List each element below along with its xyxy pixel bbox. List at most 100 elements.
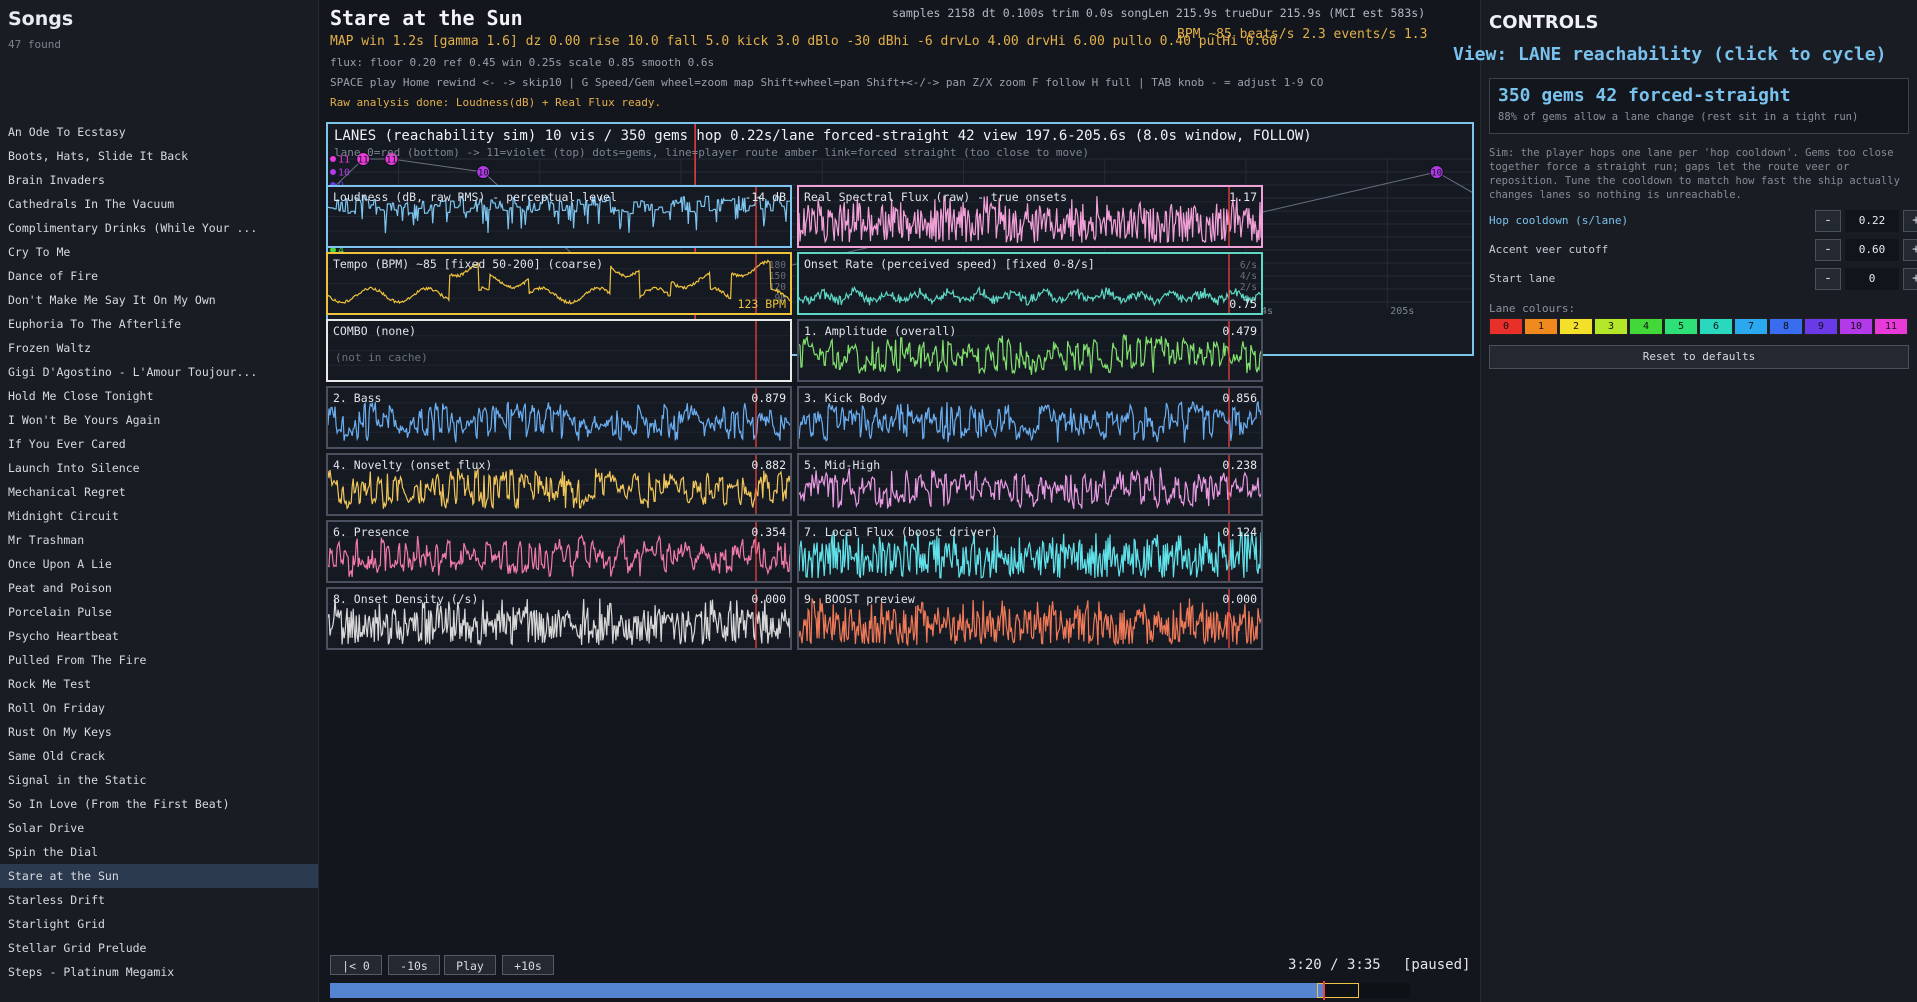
panel-title: Real Spectral Flux (raw) - true onsets	[804, 190, 1068, 204]
song-item[interactable]: Midnight Circuit	[0, 504, 318, 528]
panel-flux[interactable]: Real Spectral Flux (raw) - true onsets 1.…	[797, 185, 1263, 248]
panel-value: 0.879	[751, 391, 786, 405]
song-item[interactable]: Stare at the Sun	[0, 864, 318, 888]
control-value[interactable]: 0.22	[1845, 210, 1899, 232]
song-item[interactable]: If You Ever Cared	[0, 432, 318, 456]
song-item[interactable]: Launch Into Silence	[0, 456, 318, 480]
lane-colour-swatch[interactable]: 5	[1664, 318, 1698, 335]
main-area: Stare at the Sun samples 2158 dt 0.100s …	[320, 0, 1477, 1002]
lane-colour-swatch[interactable]: 9	[1804, 318, 1838, 335]
gem-label: 10	[478, 169, 489, 179]
song-item[interactable]: Roll On Friday	[0, 696, 318, 720]
seek-progress	[330, 983, 1324, 998]
lane-colour-swatch[interactable]: 0	[1489, 318, 1523, 335]
gems-summary: 350 gems 42 forced-straight 88% of gems …	[1489, 78, 1909, 134]
reset-defaults-button[interactable]: Reset to defaults	[1489, 345, 1909, 369]
lane-colour-swatch[interactable]: 6	[1699, 318, 1733, 335]
panel-title: 1. Amplitude (overall)	[804, 324, 957, 338]
song-item[interactable]: An Ode To Ecstasy	[0, 120, 318, 144]
forward-10s-button[interactable]: +10s	[502, 955, 554, 975]
lane-colour-swatch[interactable]: 11	[1874, 318, 1908, 335]
song-item[interactable]: Complimentary Drinks (While Your ...	[0, 216, 318, 240]
song-item[interactable]: Once Upon A Lie	[0, 552, 318, 576]
decrement-button[interactable]: -	[1815, 239, 1841, 261]
song-item[interactable]: Euphoria To The Afterlife	[0, 312, 318, 336]
panel-loudness[interactable]: Loudness (dB, raw RMS) - perceptual leve…	[326, 185, 792, 248]
song-item[interactable]: Cathedrals In The Vacuum	[0, 192, 318, 216]
time-tick-label: 205s	[1390, 306, 1414, 317]
song-item[interactable]: Steps - Platinum Megamix	[0, 960, 318, 984]
lane-colour-swatch[interactable]: 7	[1734, 318, 1768, 335]
song-item[interactable]: Same Old Crack	[0, 744, 318, 768]
song-item[interactable]: Brain Invaders	[0, 168, 318, 192]
panel-bass[interactable]: 2. Bass 0.879	[326, 386, 792, 449]
song-item[interactable]: Peat and Poison	[0, 576, 318, 600]
panel-title: Loudness (dB, raw RMS) - perceptual leve…	[333, 190, 617, 204]
song-item[interactable]: Stellar Grid Prelude	[0, 936, 318, 960]
song-item[interactable]: Psycho Heartbeat	[0, 624, 318, 648]
song-item[interactable]: Mechanical Regret	[0, 480, 318, 504]
lane-colour-swatch[interactable]: 3	[1594, 318, 1628, 335]
control-value[interactable]: 0.60	[1845, 239, 1899, 261]
increment-button[interactable]: +	[1903, 268, 1917, 290]
panel-density[interactable]: 8. Onset Density (/s) 0.000	[326, 587, 792, 650]
panel-midhigh[interactable]: 5. Mid-High 0.238	[797, 453, 1263, 516]
song-item[interactable]: Frozen Waltz	[0, 336, 318, 360]
song-item[interactable]: Spin the Dial	[0, 840, 318, 864]
decrement-button[interactable]: -	[1815, 210, 1841, 232]
panel-value: 0.000	[751, 592, 786, 606]
song-item[interactable]: Signal in the Static	[0, 768, 318, 792]
panel-kick[interactable]: 3. Kick Body 0.856	[797, 386, 1263, 449]
lane-colour-swatch[interactable]: 1	[1524, 318, 1558, 335]
panel-title: 4. Novelty (onset flux)	[333, 458, 493, 472]
decrement-button[interactable]: -	[1815, 268, 1841, 290]
panel-onset[interactable]: 6/s 4/s 2/s Onset Rate (perceived speed) [f…	[797, 252, 1263, 315]
panel-axis-tick: 6/s	[1240, 260, 1257, 271]
panel-value: 0.000	[1222, 592, 1257, 606]
song-item[interactable]: Starlight Grid	[0, 912, 318, 936]
increment-button[interactable]: +	[1903, 210, 1917, 232]
panel-novelty[interactable]: 4. Novelty (onset flux) 0.882	[326, 453, 792, 516]
lane-colour-swatches: 0 1 2 3 4 5 6 7 8 9 10 11	[1489, 318, 1909, 335]
panel-title: 2. Bass	[333, 391, 382, 405]
song-item[interactable]: I Won't Be Yours Again	[0, 408, 318, 432]
song-item[interactable]: Mr Trashman	[0, 528, 318, 552]
panel-boost[interactable]: 9. BOOST preview 0.000	[797, 587, 1263, 650]
panel-tempo[interactable]: 180 150 120 90 Tempo (BPM) ~85 [fixed 50-200…	[326, 252, 792, 315]
song-item[interactable]: Porcelain Pulse	[0, 600, 318, 624]
panel-value: -14 dB	[744, 190, 786, 204]
song-item[interactable]: Dance of Fire	[0, 264, 318, 288]
panel-title: Tempo (BPM) ~85 [fixed 50-200] (coarse)	[333, 257, 604, 271]
song-item[interactable]: Starless Drift	[0, 888, 318, 912]
song-item[interactable]: Cry To Me	[0, 240, 318, 264]
panel-title: 6. Presence	[333, 525, 410, 539]
song-item[interactable]: Solar Drive	[0, 816, 318, 840]
song-item[interactable]: Don't Make Me Say It On My Own	[0, 288, 318, 312]
lane-colour-swatch[interactable]: 8	[1769, 318, 1803, 335]
panel-signal-line	[328, 467, 790, 510]
panel-combo[interactable]: COMBO (none) (not in cache)	[326, 319, 792, 382]
view-cycle-toggle[interactable]: View: LANE reachability (click to cycle)	[1453, 44, 1886, 65]
panel-axis-tick: 2/s	[1240, 282, 1257, 293]
panel-presence[interactable]: 6. Presence 0.354	[326, 520, 792, 583]
song-item[interactable]: Pulled From The Fire	[0, 648, 318, 672]
panel-amp[interactable]: 1. Amplitude (overall) 0.479	[797, 319, 1263, 382]
song-item[interactable]: Gigi D'Agostino - L'Amour Toujour...	[0, 360, 318, 384]
lane-colour-swatch[interactable]: 4	[1629, 318, 1663, 335]
rewind-button[interactable]: |< 0	[330, 955, 382, 975]
back-10s-button[interactable]: -10s	[388, 955, 440, 975]
song-item[interactable]: Rock Me Test	[0, 672, 318, 696]
lane-colour-swatch[interactable]: 10	[1839, 318, 1873, 335]
play-button[interactable]: Play	[444, 955, 496, 975]
panel-localflux[interactable]: 7. Local Flux (boost driver) 0.124	[797, 520, 1263, 583]
seek-bar[interactable]	[330, 981, 1410, 1000]
song-item[interactable]: So In Love (From the First Beat)	[0, 792, 318, 816]
song-item[interactable]: Rust On My Keys	[0, 720, 318, 744]
lane-colour-swatch[interactable]: 2	[1559, 318, 1593, 335]
seek-playhead[interactable]	[1323, 981, 1326, 1000]
song-item[interactable]: Boots, Hats, Slide It Back	[0, 144, 318, 168]
song-item[interactable]: Hold Me Close Tonight	[0, 384, 318, 408]
increment-button[interactable]: +	[1903, 239, 1917, 261]
keyboard-help: SPACE play Home rewind <- -> skip10 | G …	[330, 76, 1324, 89]
control-value[interactable]: 0	[1845, 268, 1899, 290]
